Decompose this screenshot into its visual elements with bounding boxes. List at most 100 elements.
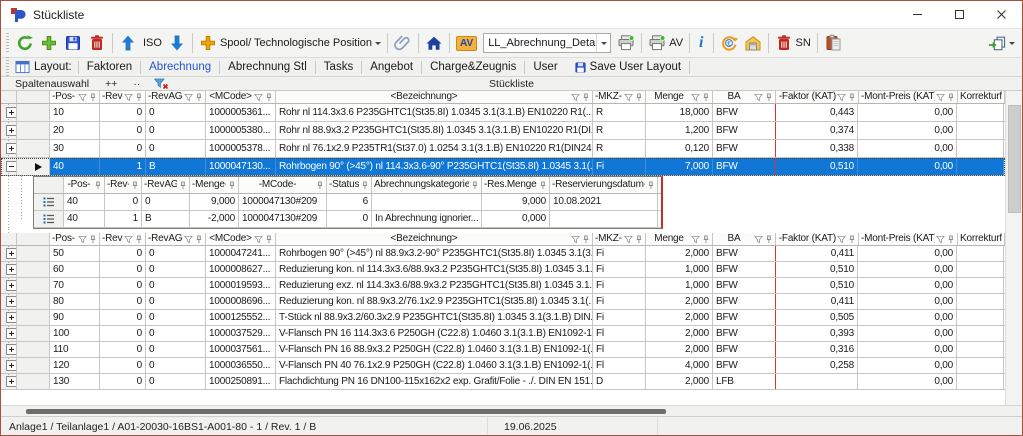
column-header-mcode[interactable]: <MCode> (206, 91, 276, 103)
table-row[interactable]: 401B1000047130...Rohrbogen 90° (>45°) nl… (1, 158, 1005, 176)
pin-icon[interactable] (264, 93, 273, 102)
av-button[interactable]: AV (453, 34, 480, 53)
pin-icon[interactable] (581, 235, 590, 244)
detail-table-row[interactable]: 401B-2,0001000047130#2090In Abrechnung i… (34, 211, 661, 228)
column-header-pos[interactable]: -Pos- (64, 177, 105, 193)
table-row[interactable]: 20001000005380...Rohr nl 88.9x3.2 P235GH… (1, 122, 1005, 140)
pin-icon[interactable] (847, 235, 856, 244)
move-down-button[interactable] (165, 32, 189, 54)
detail-table-row[interactable]: 40009,0001000047130#20969,00010.08.2021 (34, 194, 661, 211)
column-header-bez[interactable]: <Bezeichnung> (276, 233, 593, 245)
filter-icon[interactable] (624, 93, 633, 102)
table-row[interactable]: 50001000047241...Rohrbogen 90° (>45°) nl… (1, 246, 1005, 262)
vertical-scrollbar[interactable] (1005, 91, 1022, 405)
table-row[interactable]: 100001000037529...V-Flansch PN 16 114.3x… (1, 326, 1005, 342)
column-header-korrektur[interactable]: Korrekturfa (958, 91, 1005, 103)
column-header-bez[interactable]: <Bezeichnung> (276, 91, 593, 103)
currency-sync-button[interactable]: € (717, 32, 741, 54)
close-button[interactable] (980, 1, 1022, 28)
clear-filter-icon[interactable] (154, 78, 169, 90)
pin-icon[interactable] (315, 181, 324, 190)
column-header-revag[interactable]: -RevAG- (146, 91, 206, 103)
column-header-pos[interactable]: -Pos- (50, 233, 100, 245)
vertical-scrollbar-thumb[interactable] (1008, 105, 1021, 213)
table-row[interactable]: 90001000125552...T-Stück nl 88.9x3.2/60.… (1, 310, 1005, 326)
horizontal-scrollbar-thumb[interactable] (26, 409, 666, 414)
filter-icon[interactable] (837, 235, 846, 244)
iso-button[interactable]: ISO (140, 35, 165, 51)
warehouse-button[interactable] (741, 32, 765, 54)
pin-icon[interactable] (360, 181, 369, 190)
column-header-kategorie[interactable]: Abrechnungskategorie (372, 177, 482, 193)
pin-icon[interactable] (88, 235, 97, 244)
info-button[interactable]: i (693, 33, 709, 53)
expand-icon[interactable] (6, 264, 17, 275)
print-button[interactable] (614, 32, 638, 54)
pin-icon[interactable] (701, 93, 710, 102)
column-header-rev[interactable]: -Rev- (100, 233, 146, 245)
filter-icon[interactable] (78, 93, 87, 102)
expand-icon[interactable] (6, 125, 17, 136)
expand-icon[interactable] (6, 296, 17, 307)
filter-icon[interactable] (936, 235, 945, 244)
pin-icon[interactable] (194, 93, 203, 102)
expand-icon[interactable] (6, 312, 17, 323)
pin-icon[interactable] (634, 93, 643, 102)
refresh-button[interactable] (13, 32, 37, 54)
tabsrow-grip[interactable] (6, 57, 9, 77)
column-header-menge[interactable]: Menge (646, 91, 713, 103)
column-header-faktor[interactable]: -Faktor (KAT) (776, 91, 859, 103)
pin-icon[interactable] (88, 93, 97, 102)
print-av-button[interactable]: AV (645, 32, 686, 54)
column-header-korrektur[interactable]: Korrekturfa (958, 233, 1005, 245)
filter-icon[interactable] (691, 235, 700, 244)
add-spool-position-button[interactable]: Spool/ Technologische Position (196, 32, 384, 54)
move-up-button[interactable] (116, 32, 140, 54)
expand-icon[interactable] (6, 376, 17, 387)
column-header-ba[interactable]: BA (713, 91, 776, 103)
tab-user[interactable]: User (525, 61, 565, 73)
expand-icon[interactable] (6, 248, 17, 259)
column-header-pos[interactable]: -Pos- (50, 91, 100, 103)
filter-icon[interactable] (754, 235, 763, 244)
filter-icon[interactable] (571, 235, 580, 244)
pin-icon[interactable] (470, 181, 479, 190)
column-header-resmenge[interactable]: -Res.Menge- (482, 177, 550, 193)
pin-icon[interactable] (194, 235, 203, 244)
column-header-faktor[interactable]: -Faktor (KAT) (776, 233, 859, 245)
attachment-button[interactable] (391, 32, 415, 54)
column-header-mont[interactable]: -Mont-Preis (KAT) (859, 233, 958, 245)
table-row[interactable]: 10001000005361...Rohr nl 114.3x3.6 P235G… (1, 104, 1005, 122)
save-user-layout-button[interactable]: Save User Layout (590, 61, 681, 73)
column-header-menge[interactable]: Menge (646, 233, 713, 245)
filter-icon[interactable] (184, 93, 193, 102)
pin-icon[interactable] (264, 235, 273, 244)
table-row[interactable]: 130001000250891...Flachdichtung PN 16 DN… (1, 374, 1005, 390)
column-header-revag[interactable]: -RevAG- (142, 177, 190, 193)
filter-icon[interactable] (754, 93, 763, 102)
pin-icon[interactable] (581, 93, 590, 102)
pin-icon[interactable] (93, 181, 102, 190)
tab-angebot[interactable]: Angebot (362, 61, 421, 73)
filter-icon[interactable] (837, 93, 846, 102)
filter-icon[interactable] (936, 93, 945, 102)
column-header-revag[interactable]: -RevAG- (146, 233, 206, 245)
column-header-mcode[interactable]: <MCode> (206, 233, 276, 245)
column-header-mcode[interactable]: -MCode- (239, 177, 327, 193)
delete-sn-button[interactable]: SN (772, 32, 814, 54)
pin-icon[interactable] (134, 93, 143, 102)
column-header-mkz[interactable]: -MKZ- (593, 233, 646, 245)
switch-window-button[interactable] (985, 32, 1018, 54)
filter-icon[interactable] (184, 235, 193, 244)
pin-icon[interactable] (764, 235, 773, 244)
horizontal-scrollbar[interactable] (1, 405, 1022, 416)
filter-icon[interactable] (124, 93, 133, 102)
column-header-mont[interactable]: -Mont-Preis (KAT) (859, 91, 958, 103)
tab-abrechnung-stl[interactable]: Abrechnung Stl (220, 61, 315, 73)
pin-icon[interactable] (178, 181, 187, 190)
pin-icon[interactable] (538, 181, 547, 190)
column-header-ba[interactable]: BA (713, 233, 776, 245)
expand-icon[interactable] (6, 107, 17, 118)
tab-faktoren[interactable]: Faktoren (79, 61, 140, 73)
add-columns-button[interactable]: ++ (97, 78, 125, 90)
